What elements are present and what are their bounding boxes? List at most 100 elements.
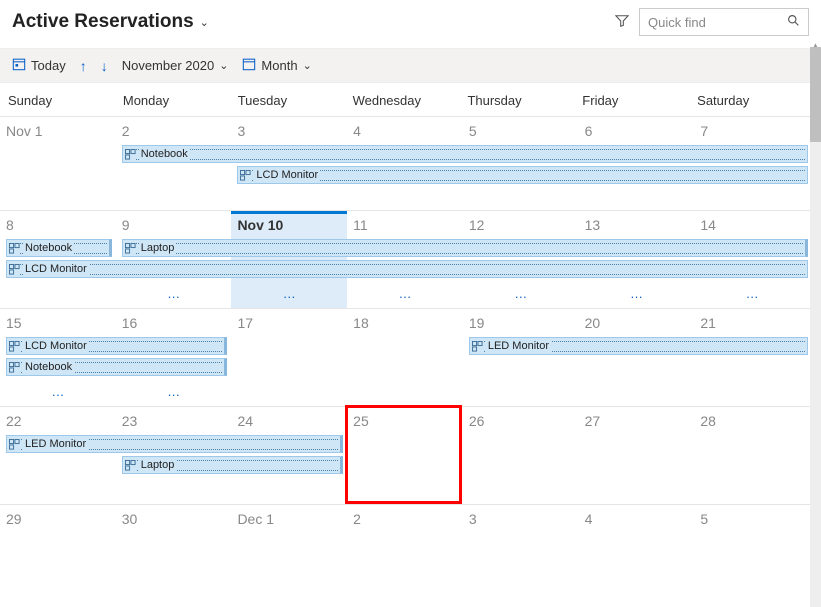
calendar-week: 89Nov 1011121314 Notebook Laptop LCD Monito…: [0, 210, 810, 308]
event-label: Laptop: [139, 459, 177, 471]
date-cell[interactable]: 2: [347, 505, 463, 527]
grid-icon: [125, 460, 136, 471]
scroll-thumb[interactable]: [810, 47, 821, 142]
date-cell[interactable]: 25: [347, 407, 463, 429]
reservation-event[interactable]: LED Monitor: [469, 337, 808, 355]
reservation-event[interactable]: LCD Monitor: [6, 260, 808, 278]
calendar-weeks: Nov 1234567NotebookLCD Monitor89Nov 1011…: [0, 116, 810, 584]
date-cell[interactable]: 9: [116, 211, 232, 233]
date-cell[interactable]: 29: [0, 505, 116, 527]
date-cell[interactable]: 18: [347, 309, 463, 331]
reservation-event[interactable]: Notebook: [6, 239, 112, 257]
date-cell[interactable]: 2: [116, 117, 232, 139]
day-header: Monday: [121, 93, 236, 108]
month-picker[interactable]: November 2020 ⌄: [122, 58, 229, 73]
event-label: Laptop: [139, 242, 177, 254]
date-cell[interactable]: 13: [579, 211, 695, 233]
calendar-icon: [242, 57, 256, 74]
reservation-event[interactable]: LCD Monitor: [6, 337, 227, 355]
date-cell[interactable]: 16: [116, 309, 232, 331]
date-cell[interactable]: 11: [347, 211, 463, 233]
event-label: LED Monitor: [486, 340, 551, 352]
date-cell[interactable]: 17: [231, 309, 347, 331]
date-cell[interactable]: 3: [231, 117, 347, 139]
view-label: Month: [261, 58, 297, 73]
day-header: Saturday: [695, 93, 810, 108]
calendar: SundayMondayTuesdayWednesdayThursdayFrid…: [0, 83, 810, 584]
date-cell[interactable]: Dec 1: [231, 505, 347, 527]
view-selector[interactable]: Active Reservations ⌄: [12, 11, 209, 33]
event-label: Notebook: [23, 361, 74, 373]
date-cell[interactable]: 20: [579, 309, 695, 331]
search-icon[interactable]: [787, 14, 800, 30]
more-indicator[interactable]: …: [231, 286, 347, 301]
date-cell[interactable]: 4: [579, 505, 695, 527]
date-cell[interactable]: 12: [463, 211, 579, 233]
date-cell[interactable]: 30: [116, 505, 232, 527]
date-cell[interactable]: 22: [0, 407, 116, 429]
event-label: LCD Monitor: [23, 340, 89, 352]
month-label: November 2020: [122, 58, 215, 73]
event-label: LCD Monitor: [254, 169, 320, 181]
search-input[interactable]: [648, 15, 778, 30]
date-cell[interactable]: 27: [579, 407, 695, 429]
view-picker[interactable]: Month ⌄: [242, 57, 311, 74]
more-indicator[interactable]: …: [116, 286, 232, 301]
date-cell[interactable]: 4: [347, 117, 463, 139]
event-label: Notebook: [23, 242, 74, 254]
reservation-event[interactable]: LCD Monitor: [237, 166, 808, 184]
calendar-toolbar: Today ↑ ↓ November 2020 ⌄ Month ⌄: [0, 48, 821, 83]
reservation-event[interactable]: LED Monitor: [6, 435, 343, 453]
reservation-event[interactable]: Notebook: [6, 358, 227, 376]
reservation-event[interactable]: Notebook: [122, 145, 808, 163]
date-cell[interactable]: 28: [694, 407, 810, 429]
chevron-down-icon: ⌄: [219, 59, 228, 72]
chevron-down-icon: ⌄: [200, 16, 209, 29]
grid-icon: [240, 170, 251, 181]
prev-button[interactable]: ↑: [80, 58, 87, 74]
grid-icon: [9, 264, 20, 275]
filter-icon[interactable]: [615, 14, 629, 31]
date-cell[interactable]: 26: [463, 407, 579, 429]
date-cell[interactable]: 5: [694, 505, 810, 527]
event-label: LCD Monitor: [23, 263, 89, 275]
date-cell[interactable]: 23: [116, 407, 232, 429]
day-header: Wednesday: [351, 93, 466, 108]
date-cell[interactable]: 3: [463, 505, 579, 527]
next-button[interactable]: ↓: [101, 58, 108, 74]
more-indicator[interactable]: …: [116, 384, 232, 399]
date-cell[interactable]: 15: [0, 309, 116, 331]
date-cell[interactable]: Nov 1: [0, 117, 116, 139]
more-indicator[interactable]: …: [347, 286, 463, 301]
chevron-down-icon: ⌄: [303, 59, 312, 72]
calendar-week: Nov 1234567 Notebook LCD Monitor: [0, 116, 810, 210]
grid-icon: [125, 243, 136, 254]
day-header: Friday: [580, 93, 695, 108]
date-cell[interactable]: Nov 10: [231, 211, 347, 233]
date-cell[interactable]: 7: [694, 117, 810, 139]
calendar-icon: [12, 57, 26, 74]
search-box[interactable]: [639, 8, 809, 36]
date-cell[interactable]: 5: [463, 117, 579, 139]
scrollbar[interactable]: ▲: [810, 47, 821, 607]
date-cell[interactable]: 6: [579, 117, 695, 139]
more-indicator[interactable]: …: [463, 286, 579, 301]
today-button[interactable]: Today: [12, 57, 66, 74]
day-header-row: SundayMondayTuesdayWednesdayThursdayFrid…: [0, 83, 810, 116]
grid-icon: [472, 341, 483, 352]
today-label: Today: [31, 58, 66, 73]
date-cell[interactable]: 8: [0, 211, 116, 233]
date-cell[interactable]: 24: [231, 407, 347, 429]
date-cell[interactable]: 21: [694, 309, 810, 331]
more-indicator[interactable]: …: [694, 286, 810, 301]
event-label: LED Monitor: [23, 438, 88, 450]
reservation-event[interactable]: Laptop: [122, 239, 808, 257]
grid-icon: [9, 439, 20, 450]
grid-icon: [9, 341, 20, 352]
view-title: Active Reservations: [12, 11, 194, 33]
more-indicator[interactable]: …: [579, 286, 695, 301]
reservation-event[interactable]: Laptop: [122, 456, 343, 474]
date-cell[interactable]: 14: [694, 211, 810, 233]
date-cell[interactable]: 19: [463, 309, 579, 331]
more-indicator[interactable]: …: [0, 384, 116, 399]
